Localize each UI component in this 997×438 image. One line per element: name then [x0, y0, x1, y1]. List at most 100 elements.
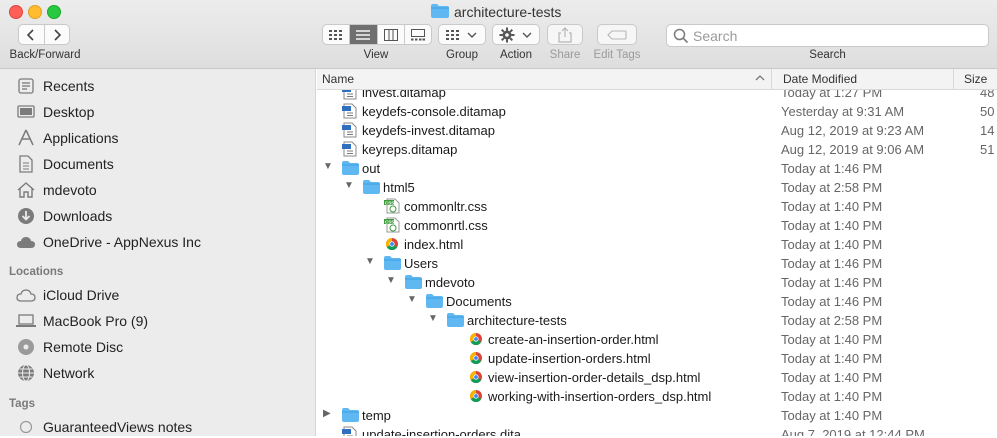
file-name: Users — [404, 256, 438, 271]
sidebar-item-label: mdevoto — [43, 182, 97, 198]
folder-row[interactable]: ▼ html5 Today at 2:58 PM — [317, 178, 997, 197]
file-name: keydefs-console.ditamap — [362, 104, 506, 119]
svg-text:CSS: CSS — [385, 219, 394, 224]
file-name: index.html — [404, 237, 464, 252]
disclosure-expanded-icon[interactable]: ▼ — [407, 294, 417, 305]
search-input[interactable] — [689, 27, 988, 44]
edit-tags-button[interactable] — [597, 24, 637, 45]
chevron-left-icon — [27, 28, 34, 41]
action-button[interactable] — [492, 24, 540, 45]
file-size: 50 — [980, 104, 995, 119]
view-label: View — [363, 49, 389, 61]
ditamap-file-icon — [342, 122, 357, 138]
date-modified: Today at 1:40 PM — [781, 218, 883, 233]
tags-header: Tags — [9, 398, 35, 410]
sidebar-item-documents[interactable]: Documents — [16, 153, 114, 175]
file-row[interactable]: CSS commonrtl.css Today at 1:40 PM — [317, 216, 997, 235]
folder-row[interactable]: ▼ Users Today at 1:46 PM — [317, 254, 997, 273]
file-row[interactable]: keydefs-console.ditamap Yesterday at 9:31… — [317, 102, 997, 121]
disclosure-collapsed-icon[interactable]: ▶ — [323, 408, 333, 419]
disclosure-expanded-icon[interactable]: ▼ — [323, 161, 333, 172]
date-modified-column-header[interactable]: Date Modified — [783, 72, 857, 86]
file-row[interactable]: index.html Today at 1:40 PM — [317, 235, 997, 254]
date-modified: Aug 12, 2019 at 9:23 AM — [781, 123, 925, 138]
sidebar-item-label: GuaranteedViews notes — [43, 419, 193, 435]
sidebar-item-downloads[interactable]: Downloads — [16, 205, 112, 227]
sidebar-item-label: iCloud Drive — [43, 287, 120, 303]
search-field[interactable] — [666, 24, 989, 47]
file-row[interactable]: update-insertion-orders.dita Aug 7, 2019 … — [317, 425, 997, 436]
file-name: update-insertion-orders.html — [488, 351, 651, 366]
forward-button[interactable] — [43, 25, 70, 44]
file-row[interactable]: create-an-insertion-order.html Today at 1… — [317, 330, 997, 349]
group-button[interactable] — [438, 24, 486, 45]
file-row[interactable]: keydefs-invest.ditamap Aug 12, 2019 at 9:… — [317, 121, 997, 140]
folder-row[interactable]: ▼ architecture-tests Today at 2:58 PM — [317, 311, 997, 330]
list-view-button[interactable] — [349, 25, 377, 44]
sidebar-item-macbook-pro[interactable]: MacBook Pro (9) — [16, 310, 148, 332]
sidebar-item-applications[interactable]: Applications — [16, 127, 119, 149]
gear-icon — [499, 27, 515, 42]
zoom-window-button[interactable] — [47, 5, 61, 19]
sidebar-item-icloud-drive[interactable]: iCloud Drive — [16, 284, 119, 306]
file-row[interactable]: working-with-insertion-orders_dsp.html To… — [317, 387, 997, 406]
sidebar-item-remote-disc[interactable]: Remote Disc — [16, 336, 123, 358]
home-icon — [16, 180, 36, 200]
file-name: html5 — [383, 180, 415, 195]
column-view-button[interactable] — [376, 25, 404, 44]
sidebar-item-label: Remote Disc — [43, 339, 124, 355]
html-file-icon — [469, 390, 482, 403]
disclosure-expanded-icon[interactable]: ▼ — [344, 180, 354, 191]
sidebar-item-recents[interactable]: Recents — [16, 75, 94, 97]
folder-row[interactable]: ▼ mdevoto Today at 1:46 PM — [317, 273, 997, 292]
file-row[interactable]: keyreps.ditamap Aug 12, 2019 at 9:06 AM 51 — [317, 140, 997, 159]
file-name: keyreps.ditamap — [362, 142, 458, 157]
sidebar-item-network[interactable]: Network — [16, 362, 94, 384]
folder-icon — [426, 294, 443, 308]
column-divider[interactable] — [771, 69, 772, 89]
name-column-header[interactable]: Name — [322, 72, 354, 86]
css-file-icon: CSS — [384, 198, 400, 214]
close-window-button[interactable] — [9, 5, 23, 19]
gallery-view-button[interactable] — [403, 25, 431, 44]
disclosure-expanded-icon[interactable]: ▼ — [428, 313, 438, 324]
date-modified: Today at 1:40 PM — [781, 199, 883, 214]
disclosure-expanded-icon[interactable]: ▼ — [365, 256, 375, 267]
file-name: architecture-tests — [467, 313, 567, 328]
date-modified: Today at 1:46 PM — [781, 161, 883, 176]
date-modified: Today at 2:58 PM — [781, 313, 883, 328]
date-modified: Today at 1:40 PM — [781, 370, 883, 385]
dita-file-icon — [342, 426, 357, 436]
minimize-window-button[interactable] — [28, 5, 42, 19]
share-button[interactable] — [547, 24, 583, 45]
sidebar-item-tag-guaranteedviews[interactable]: GuaranteedViews notes — [16, 416, 192, 438]
folder-row[interactable]: ▼ Documents Today at 1:46 PM — [317, 292, 997, 311]
gallery-icon — [410, 28, 425, 40]
disclosure-expanded-icon[interactable]: ▼ — [386, 275, 396, 286]
file-name: create-an-insertion-order.html — [488, 332, 659, 347]
toolbar: architecture-tests Back/Forward View Gro… — [0, 0, 997, 69]
file-size: 51 — [980, 142, 995, 157]
search-icon — [673, 28, 689, 43]
file-row[interactable]: view-insertion-order-details_dsp.html Tod… — [317, 368, 997, 387]
cloud-icon — [16, 232, 36, 252]
column-divider[interactable] — [953, 69, 954, 89]
chevron-down-icon — [467, 32, 477, 38]
icon-view-button[interactable] — [323, 25, 349, 44]
file-row[interactable]: update-insertion-orders.html Today at 1:4… — [317, 349, 997, 368]
sidebar-item-label: Recents — [43, 78, 95, 94]
html-file-icon — [469, 333, 482, 346]
sidebar-item-onedrive[interactable]: OneDrive - AppNexus Inc — [16, 231, 201, 253]
folder-row[interactable]: ▶ temp Today at 1:40 PM — [317, 406, 997, 425]
file-name: commonltr.css — [404, 199, 488, 214]
date-modified: Today at 1:40 PM — [781, 389, 883, 404]
html-file-icon — [469, 371, 482, 384]
sidebar-item-label: Network — [43, 365, 95, 381]
sidebar-item-mdevoto[interactable]: mdevoto — [16, 179, 97, 201]
file-row[interactable]: CSS commonltr.css Today at 1:40 PM — [317, 197, 997, 216]
locations-header: Locations — [9, 266, 64, 278]
back-button[interactable] — [19, 25, 44, 44]
folder-row[interactable]: ▼ out Today at 1:46 PM — [317, 159, 997, 178]
sidebar-item-desktop[interactable]: Desktop — [16, 101, 94, 123]
size-column-header[interactable]: Size — [964, 72, 987, 86]
